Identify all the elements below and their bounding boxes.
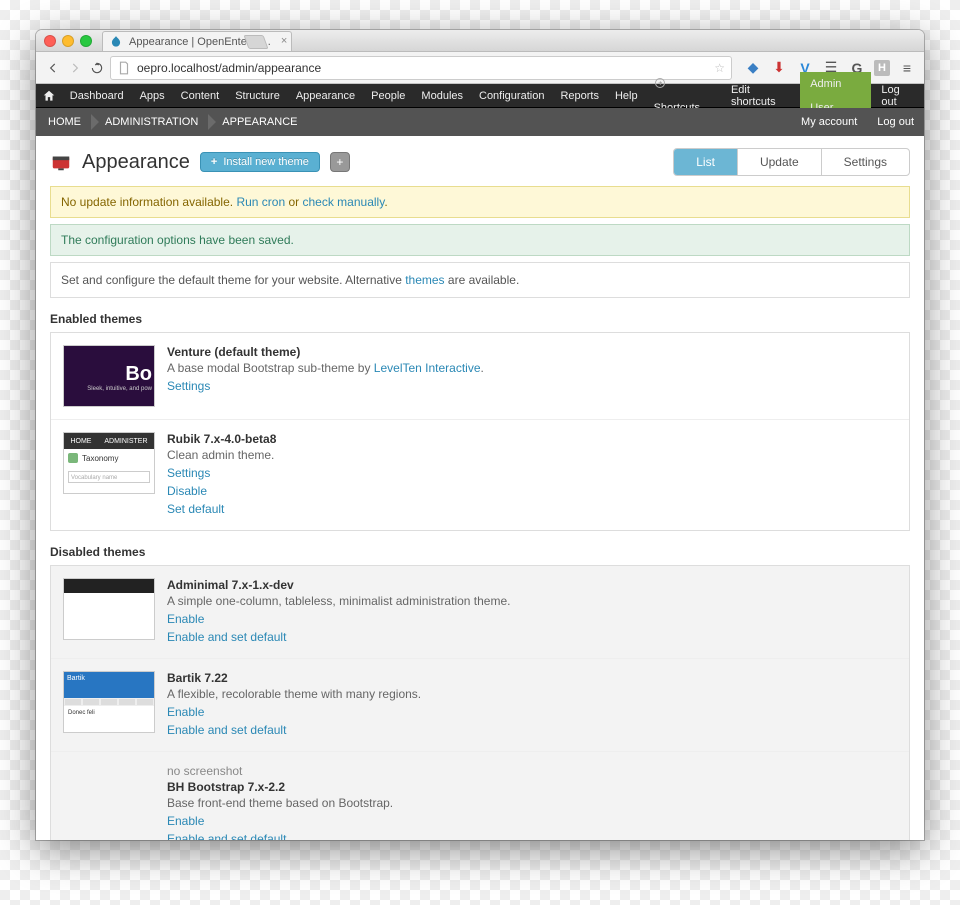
help-text: Set and configure the default theme for … [50,262,910,298]
bartik-enable-link[interactable]: Enable [167,703,897,721]
menu-dashboard[interactable]: Dashboard [62,84,132,108]
bh-enable-default-link[interactable]: Enable and set default [167,830,897,840]
rubik-set-default-link[interactable]: Set default [167,500,897,518]
adminimal-thumbnail [63,578,155,640]
menu-apps[interactable]: Apps [132,84,173,108]
breadcrumb-home[interactable]: HOME [36,108,93,136]
bartik-desc: A flexible, recolorable theme with many … [167,687,897,701]
menu-reports[interactable]: Reports [552,84,607,108]
rubik-disable-link[interactable]: Disable [167,482,897,500]
breadcrumb-appearance[interactable]: APPEARANCE [210,108,309,136]
bartik-name: Bartik 7.22 [167,671,897,685]
reload-button[interactable] [88,59,106,77]
adminimal-enable-default-link[interactable]: Enable and set default [167,628,897,646]
venture-name: Venture (default theme) [167,345,897,359]
menu-configuration[interactable]: Configuration [471,84,552,108]
venture-desc: A base modal Bootstrap sub-theme by Leve… [167,361,897,375]
enabled-themes-list: Bo Sleek, intuitive, and pow Venture (de… [50,332,910,531]
home-icon[interactable] [36,89,62,103]
install-new-theme-button[interactable]: + Install new theme [200,152,320,172]
rubik-desc: Clean admin theme. [167,448,897,462]
adminimal-desc: A simple one-column, tableless, minimali… [167,594,897,608]
tab-list[interactable]: List [674,149,737,175]
tab-update[interactable]: Update [737,149,821,175]
url-input[interactable] [137,61,708,75]
plus-icon: + [211,156,217,168]
venture-thumb-sub: Sleek, intuitive, and pow [87,386,152,392]
bh-no-screenshot: no screenshot [167,764,897,778]
drupal-favicon [109,35,123,49]
page-icon [117,61,131,75]
bh-name: BH Bootstrap 7.x-2.2 [167,780,897,794]
bartik-thumbnail: Bartik Donec feli [63,671,155,733]
adminimal-name: Adminimal 7.x-1.x-dev [167,578,897,592]
warning-post: . [384,195,387,209]
page-content: Appearance + Install new theme + List Up… [36,136,924,840]
edit-shortcuts-link[interactable]: Edit shortcuts [721,84,800,108]
breadcrumb-administration[interactable]: ADMINISTRATION [93,108,210,136]
install-new-theme-label: Install new theme [223,156,309,168]
toolbar-logout-link[interactable]: Log out [871,84,924,108]
tab-close-icon[interactable]: × [281,35,287,47]
theme-adminimal: Adminimal 7.x-1.x-dev A simple one-colum… [51,566,909,658]
bh-thumbnail-placeholder [63,764,155,826]
window-minimize-button[interactable] [62,35,74,47]
bartik-enable-default-link[interactable]: Enable and set default [167,721,897,739]
rubik-name: Rubik 7.x-4.0-beta8 [167,432,897,446]
warning-pre: No update information available. [61,195,236,209]
disabled-themes-list: Adminimal 7.x-1.x-dev A simple one-colum… [50,565,910,840]
my-account-link[interactable]: My account [791,108,867,136]
menu-structure[interactable]: Structure [227,84,288,108]
enabled-themes-heading: Enabled themes [50,312,910,326]
help-post: are available. [445,273,520,287]
address-bar[interactable]: ☆ [110,56,732,80]
theme-bh-bootstrap: no screenshot BH Bootstrap 7.x-2.2 Base … [51,751,909,840]
venture-thumbnail: Bo Sleek, intuitive, and pow [63,345,155,407]
back-button[interactable] [44,59,62,77]
admin-toolbar: Dashboard Apps Content Structure Appeara… [36,84,924,108]
disabled-themes-heading: Disabled themes [50,545,910,559]
warning-message: No update information available. Run cro… [50,186,910,218]
page-header: Appearance + Install new theme + List Up… [36,136,924,186]
bh-enable-link[interactable]: Enable [167,812,897,830]
menu-modules[interactable]: Modules [413,84,471,108]
window-close-button[interactable] [44,35,56,47]
browser-window: Appearance | OpenEnterpr… × ☆ ◆ ⬇ V ☰ G … [36,30,924,840]
page-title: Appearance [82,151,190,174]
theme-bartik: Bartik Donec feli Bartik 7.22 A flexible… [51,658,909,751]
breadcrumb-bar: HOME ADMINISTRATION APPEARANCE My accoun… [36,108,924,136]
rubik-thumbnail: HOMEADMINISTER Taxonomy Vocabulary name [63,432,155,494]
menu-people[interactable]: People [363,84,413,108]
menu-help[interactable]: Help [607,84,646,108]
page-tabs: List Update Settings [673,148,910,176]
run-cron-link[interactable]: Run cron [236,195,285,209]
venture-settings-link[interactable]: Settings [167,377,897,395]
bh-desc: Base front-end theme based on Bootstrap. [167,796,897,810]
tab-settings[interactable]: Settings [821,149,909,175]
menu-content[interactable]: Content [173,84,228,108]
window-zoom-button[interactable] [80,35,92,47]
menu-appearance[interactable]: Appearance [288,84,363,108]
appearance-icon [50,151,72,173]
forward-button[interactable] [66,59,84,77]
adminimal-enable-link[interactable]: Enable [167,610,897,628]
rubik-settings-link[interactable]: Settings [167,464,897,482]
help-pre: Set and configure the default theme for … [61,273,405,287]
theme-rubik: HOMEADMINISTER Taxonomy Vocabulary name … [51,419,909,530]
check-manually-link[interactable]: check manually [303,195,385,209]
venture-thumb-title: Bo [125,364,152,384]
levelten-link[interactable]: LevelTen Interactive [374,361,481,375]
themes-help-link[interactable]: themes [405,273,444,287]
theme-venture: Bo Sleek, intuitive, and pow Venture (de… [51,333,909,419]
warning-mid: or [285,195,302,209]
add-button[interactable]: + [330,152,350,172]
status-message: The configuration options have been save… [50,224,910,256]
secondary-logout-link[interactable]: Log out [867,108,924,136]
